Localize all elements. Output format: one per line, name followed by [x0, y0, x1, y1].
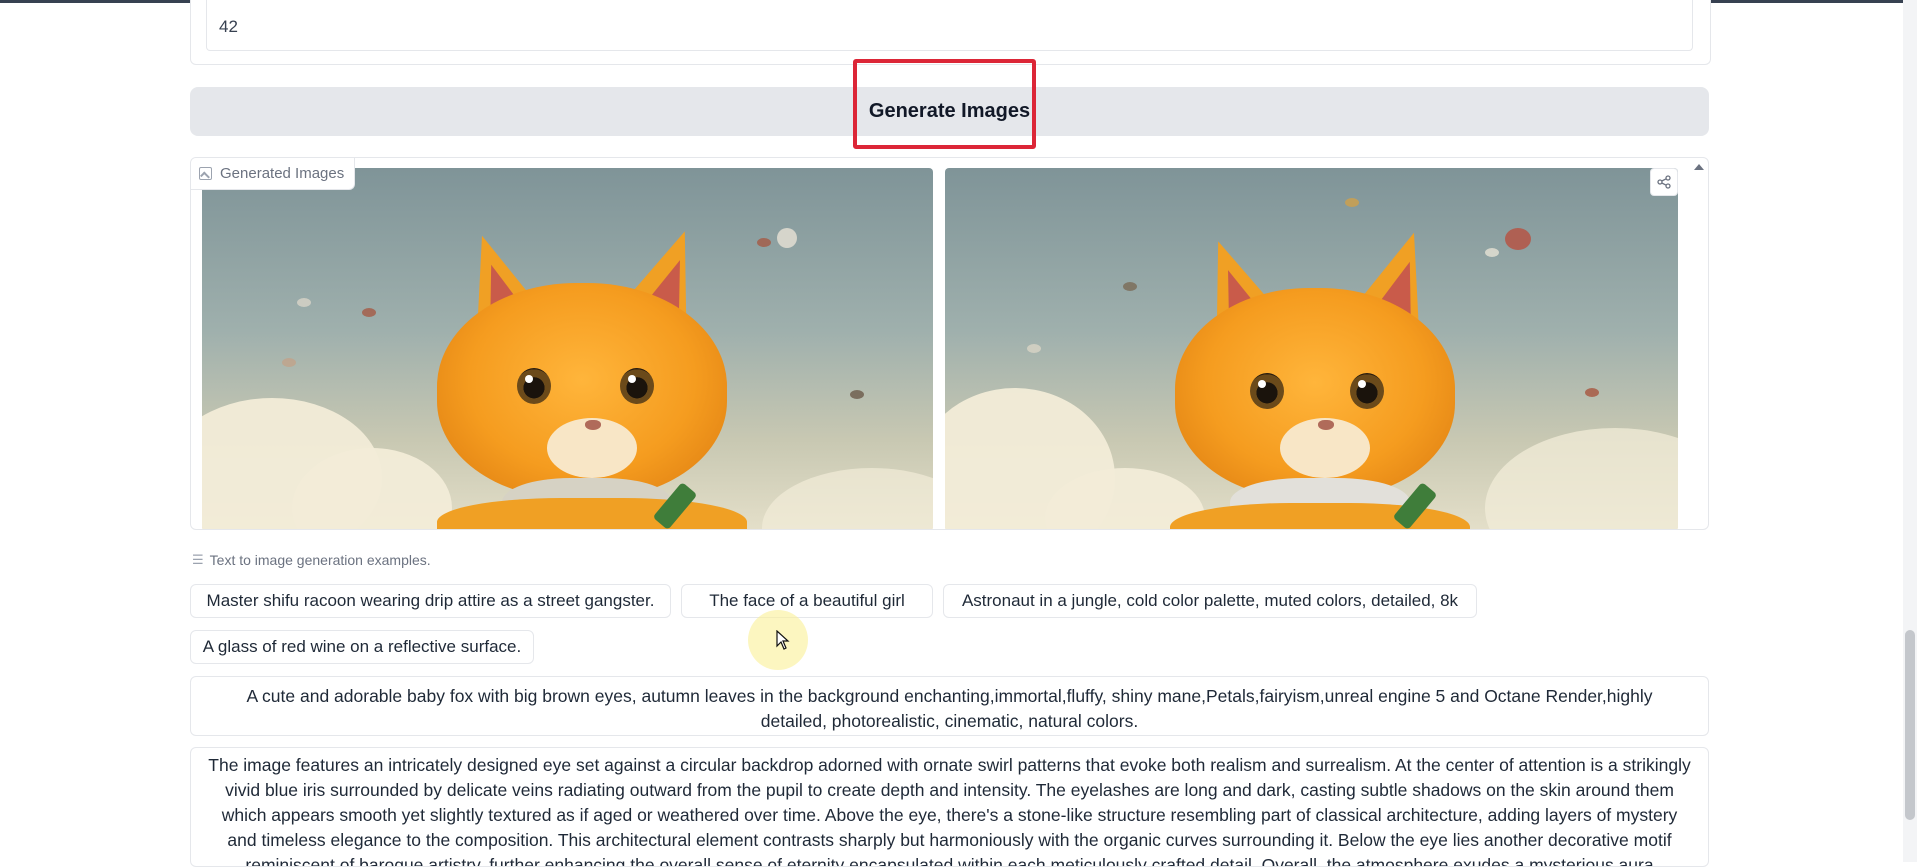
gallery-scroll-up-icon[interactable]: [1694, 164, 1704, 170]
example-chip[interactable]: Astronaut in a jungle, cold color palett…: [943, 584, 1477, 618]
gallery-label: Generated Images: [191, 158, 356, 190]
example-prompt-fox[interactable]: A cute and adorable baby fox with big br…: [190, 676, 1709, 736]
example-prompt-eye[interactable]: The image features an intricately design…: [190, 747, 1709, 867]
generated-images-gallery: Generated Images: [190, 157, 1709, 530]
mouse-cursor-icon: [776, 630, 790, 650]
highlight-annotation: [853, 59, 1036, 149]
generated-image-2[interactable]: [945, 168, 1678, 529]
image-icon: [199, 167, 212, 180]
page-scrollbar-thumb[interactable]: [1905, 630, 1915, 820]
list-icon: ☰: [192, 552, 204, 567]
page: 42 Generate Images Generated Images ☰ Te…: [0, 0, 1917, 867]
example-chip[interactable]: Master shifu racoon wearing drip attire …: [190, 584, 671, 618]
example-chip[interactable]: A glass of red wine on a reflective surf…: [190, 630, 534, 664]
examples-label-text: Text to image generation examples.: [209, 552, 431, 568]
generated-image-1[interactable]: [202, 168, 933, 529]
page-scrollbar[interactable]: [1903, 0, 1917, 862]
share-icon[interactable]: [1650, 168, 1678, 196]
seed-panel: 42: [190, 0, 1711, 65]
example-chip[interactable]: The face of a beautiful girl: [681, 584, 933, 618]
gallery-label-text: Generated Images: [220, 165, 345, 182]
seed-input[interactable]: 42: [206, 0, 1693, 51]
examples-label: ☰ Text to image generation examples.: [192, 552, 431, 568]
